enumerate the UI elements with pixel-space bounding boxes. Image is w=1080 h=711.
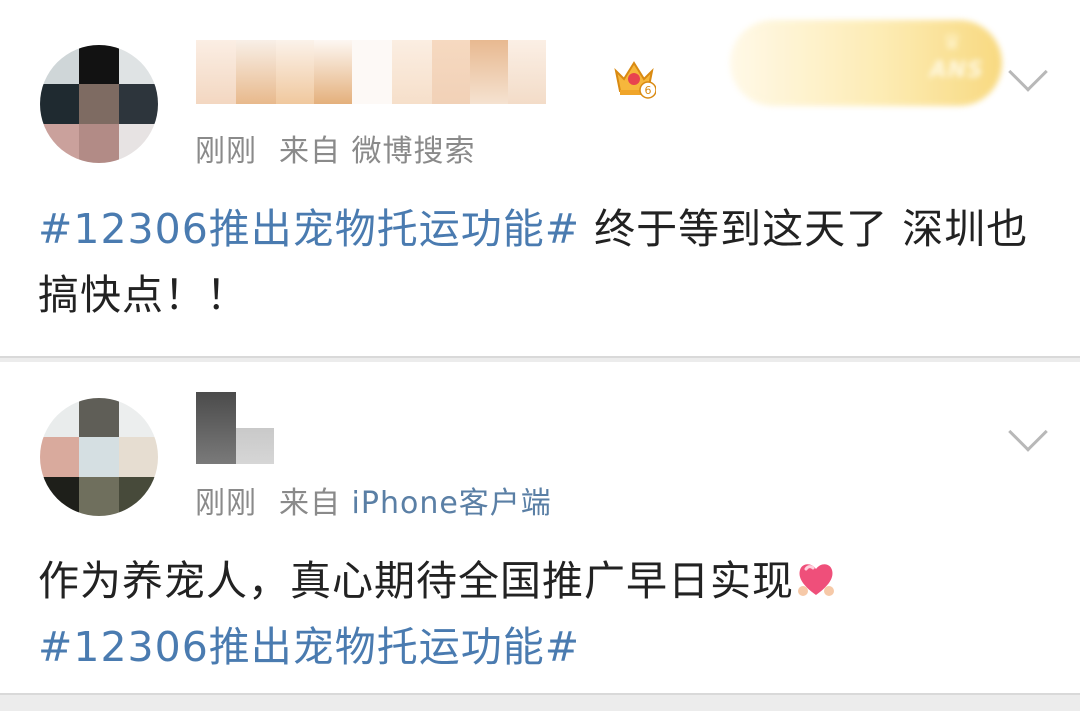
hashtag-link[interactable]: #12306推出宠物托运功能# bbox=[38, 205, 580, 253]
username[interactable] bbox=[196, 392, 274, 464]
fan-badge-text: ANS bbox=[929, 58, 984, 83]
post-from-label: 来自 bbox=[279, 486, 341, 521]
member-level: 6 bbox=[645, 84, 652, 97]
post-card[interactable]: 刚刚 来自 iPhone客户端 作为养宠人，真心期待全国推广早日实现 #12306… bbox=[0, 362, 1080, 695]
fan-badge[interactable]: ♛ ANS bbox=[730, 20, 1002, 106]
post-body: 作为养宠人，真心期待全国推广早日实现 #12306推出宠物托运功能# bbox=[38, 548, 1048, 680]
avatar[interactable] bbox=[40, 45, 158, 163]
chevron-down-icon[interactable] bbox=[1008, 412, 1048, 452]
post-source[interactable]: iPhone客户端 bbox=[352, 486, 552, 521]
post-meta: 刚刚 来自 iPhone客户端 bbox=[195, 478, 552, 522]
username[interactable] bbox=[196, 40, 546, 104]
hashtag-link[interactable]: #12306推出宠物托运功能# bbox=[38, 623, 580, 671]
chevron-down-icon[interactable] bbox=[1008, 52, 1048, 92]
post-text: 作为养宠人，真心期待全国推广早日实现 bbox=[38, 557, 794, 605]
post-source[interactable]: 微博搜索 bbox=[352, 134, 476, 169]
post-card[interactable]: 6 ♛ ANS 刚刚 来自 微博搜索 #12306推出宠物托运功能# 终于等到这天… bbox=[0, 0, 1080, 358]
member-crown-icon[interactable]: 6 bbox=[612, 57, 656, 99]
post-body: #12306推出宠物托运功能# 终于等到这天了 深圳也搞快点！！ bbox=[38, 196, 1048, 328]
post-time: 刚刚 bbox=[195, 134, 257, 169]
avatar[interactable] bbox=[40, 398, 158, 516]
post-meta: 刚刚 来自 微博搜索 bbox=[195, 126, 476, 170]
fan-crown-icon: ♛ bbox=[942, 30, 962, 55]
heart-emoji-icon bbox=[798, 564, 834, 596]
post-from-label: 来自 bbox=[279, 134, 341, 169]
post-time: 刚刚 bbox=[195, 486, 257, 521]
